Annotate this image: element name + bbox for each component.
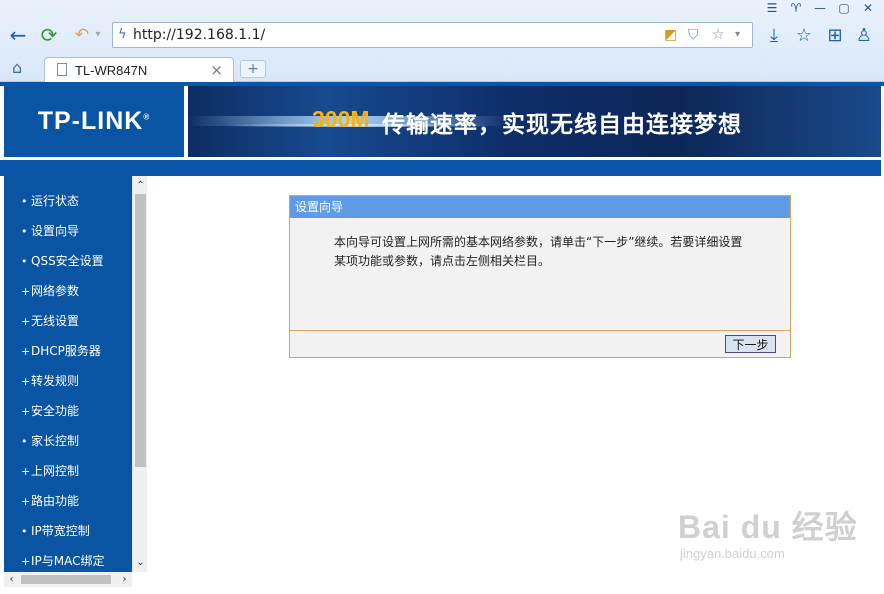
panel-title: 设置向导 xyxy=(290,196,790,218)
header-banner: 300M 传输速率，实现无线自由连接梦想 xyxy=(188,86,881,157)
undo-dropdown-icon[interactable]: ▾ xyxy=(92,23,104,47)
watermark-brand: Bai du 经验 xyxy=(678,509,858,545)
sidebar-item-bandwidth[interactable]: • IP带宽控制 xyxy=(4,520,132,550)
home-icon[interactable]: ⌂ xyxy=(12,58,34,78)
browser-chrome: ☰ ♈ — ▢ ✕ ← ⟳ ↶ ▾ ϟ ◩ ⛉ ☆ ▾ ⤓ ☆ ⊞ ♙ ⌂ TL… xyxy=(0,0,884,83)
sidebar-horizontal-scrollbar[interactable]: ‹ › xyxy=(4,572,132,587)
menu-icon[interactable]: ☰ xyxy=(762,0,782,16)
banner-slogan: 传输速率，实现无线自由连接梦想 xyxy=(382,112,742,138)
scroll-thumb[interactable] xyxy=(135,194,146,467)
sidebar-item-wireless[interactable]: +无线设置 xyxy=(4,310,132,340)
menu-list: • 运行状态 • 设置向导 • QSS安全设置 +网络参数 +无线设置 +DHCP服务… xyxy=(4,176,132,580)
sidebar-item-security[interactable]: +安全功能 xyxy=(4,400,132,430)
scroll-left-arrow-icon[interactable]: ‹ xyxy=(4,572,19,587)
watermark-url: jingyan.baidu.com xyxy=(680,546,785,561)
setup-wizard-panel: 设置向导 本向导可设置上网所需的基本网络参数，请单击“下一步”继续。若要详细设置… xyxy=(289,195,791,358)
user-account-icon[interactable]: ♙ xyxy=(852,23,876,47)
sidebar-vertical-scrollbar[interactable]: ⌃ ⌄ xyxy=(132,176,147,572)
favorite-star-icon[interactable]: ☆ xyxy=(712,27,725,43)
content-corner-curve xyxy=(147,176,187,206)
banner-speed: 300M xyxy=(312,106,370,132)
router-page: TP-LINK® 300M 传输速率，实现无线自由连接梦想 • 运行状态 • 设置向… xyxy=(0,82,884,594)
lightning-icon: ϟ xyxy=(118,27,127,42)
sidebar-item-routing[interactable]: +路由功能 xyxy=(4,490,132,520)
tab-close-icon[interactable]: × xyxy=(210,61,223,79)
close-window-icon[interactable]: ✕ xyxy=(858,0,878,16)
sidebar-item-setup-wizard[interactable]: • 设置向导 xyxy=(4,220,132,250)
horizontal-scroll-thumb[interactable] xyxy=(21,575,111,584)
new-tab-button[interactable]: + xyxy=(240,60,266,78)
tab-bar: ⌂ TL-WR847N × + xyxy=(0,54,884,83)
maximize-icon[interactable]: ▢ xyxy=(834,0,854,16)
sidebar-item-status[interactable]: • 运行状态 xyxy=(4,190,132,220)
tp-link-logo: TP-LINK® xyxy=(37,107,151,135)
address-dropdown-icon[interactable]: ▾ xyxy=(735,29,740,40)
tab-title: TL-WR847N xyxy=(75,63,148,78)
sidebar-item-network[interactable]: +网络参数 xyxy=(4,280,132,310)
back-arrow-icon[interactable]: ← xyxy=(6,23,30,47)
download-icon[interactable]: ⤓ xyxy=(762,23,786,47)
panel-footer: 下一步 xyxy=(290,331,790,357)
tab-router[interactable]: TL-WR847N × xyxy=(44,57,234,83)
sidebar-menu: • 运行状态 • 设置向导 • QSS安全设置 +网络参数 +无线设置 +DHCP服务… xyxy=(4,176,132,572)
baidu-watermark: Bai du 经验 jingyan.baidu.com xyxy=(678,502,858,561)
sidebar-item-parental[interactable]: • 家长控制 xyxy=(4,430,132,460)
address-bar[interactable]: ϟ ◩ ⛉ ☆ ▾ xyxy=(112,22,753,48)
scroll-down-arrow-icon[interactable]: ⌄ xyxy=(133,555,148,570)
sidebar-item-forwarding[interactable]: +转发规则 xyxy=(4,370,132,400)
url-input[interactable] xyxy=(133,26,653,44)
next-step-button[interactable]: 下一步 xyxy=(725,335,776,353)
sidebar-item-qss[interactable]: • QSS安全设置 xyxy=(4,250,132,280)
apps-grid-icon[interactable]: ⊞ xyxy=(823,23,847,47)
sidebar-item-dhcp[interactable]: +DHCP服务器 xyxy=(4,340,132,370)
logo-area: TP-LINK® xyxy=(4,86,184,157)
header-bottom-bar xyxy=(0,160,881,176)
undo-icon[interactable]: ↶ xyxy=(70,23,94,47)
scroll-up-arrow-icon[interactable]: ⌃ xyxy=(133,178,148,193)
shield-icon[interactable]: ⛉ xyxy=(688,27,699,43)
navigation-bar: ← ⟳ ↶ ▾ ϟ ◩ ⛉ ☆ ▾ ⤓ ☆ ⊞ ♙ xyxy=(0,20,884,50)
page-icon xyxy=(57,63,67,76)
refresh-icon[interactable]: ⟳ xyxy=(37,23,61,47)
scroll-right-arrow-icon[interactable]: › xyxy=(117,572,132,587)
minimize-icon[interactable]: — xyxy=(810,0,830,16)
speed-mode-icon[interactable]: ◩ xyxy=(664,27,677,43)
sidebar-item-access-control[interactable]: +上网控制 xyxy=(4,460,132,490)
skin-icon[interactable]: ♈ xyxy=(786,0,806,16)
bookmark-star-icon[interactable]: ☆ xyxy=(792,23,816,47)
wizard-description: 本向导可设置上网所需的基本网络参数，请单击“下一步”继续。若要详细设置某项功能或… xyxy=(290,218,790,331)
window-controls: ☰ ♈ — ▢ ✕ xyxy=(762,0,878,18)
